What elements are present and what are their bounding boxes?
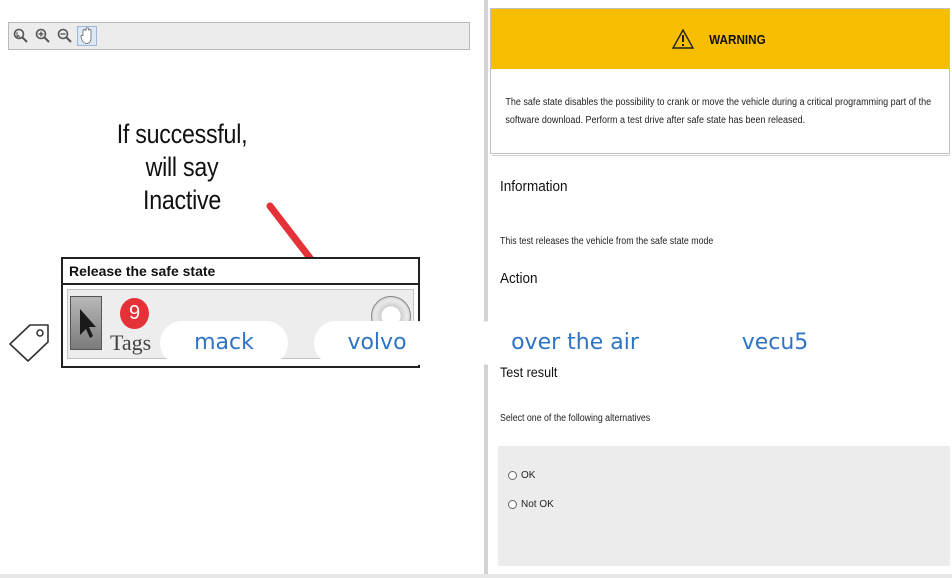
radio-option-ok[interactable]: OK bbox=[508, 470, 535, 481]
annotation-line: If successful, bbox=[116, 119, 248, 149]
radio-label: OK bbox=[521, 470, 536, 481]
zoom-in-icon[interactable] bbox=[33, 26, 53, 46]
annotation-line: Inactive bbox=[143, 185, 221, 215]
bottom-border bbox=[0, 574, 952, 578]
warning-icon bbox=[671, 29, 694, 49]
radio-label: Not OK bbox=[521, 499, 554, 510]
warning-box: WARNING The safe state disables the poss… bbox=[490, 8, 950, 154]
hand-pan-icon[interactable] bbox=[77, 26, 97, 46]
tag-chip[interactable]: mack bbox=[160, 321, 288, 365]
test-result-prompt: Select one of the following alternatives bbox=[500, 413, 651, 424]
radio-option-not-ok[interactable]: Not OK bbox=[508, 499, 554, 510]
warning-title: WARNING bbox=[708, 31, 766, 47]
zoom-out-icon[interactable] bbox=[55, 26, 75, 46]
tag-chip[interactable]: over the air bbox=[468, 321, 682, 365]
information-heading: Information bbox=[500, 178, 568, 195]
section-divider bbox=[492, 155, 950, 156]
radio-button[interactable] bbox=[508, 500, 517, 509]
procedure-pane: WARNING The safe state disables the poss… bbox=[488, 0, 952, 578]
tag-chip[interactable]: vecu5 bbox=[708, 321, 842, 365]
tag-chip[interactable]: volvo bbox=[314, 321, 440, 365]
radio-button[interactable] bbox=[508, 471, 517, 480]
warning-header: WARNING bbox=[491, 9, 949, 69]
document-viewer-pane: If successful, will say Inactive Release… bbox=[0, 0, 484, 578]
warning-text: The safe state disables the possibility … bbox=[505, 97, 932, 126]
annotation-callout: If successful, will say Inactive bbox=[105, 118, 260, 217]
tag-icon bbox=[6, 322, 52, 369]
result-options-box: OK Not OK bbox=[498, 446, 950, 566]
tags-label: Tags bbox=[110, 330, 152, 355]
information-text: This test releases the vehicle from the … bbox=[500, 236, 714, 247]
panel-title: Release the safe state bbox=[63, 259, 418, 285]
viewer-toolbar bbox=[8, 22, 470, 50]
tags-bar: Tags mack volvo over the air vecu5 bbox=[0, 316, 952, 370]
action-heading: Action bbox=[500, 270, 538, 287]
annotation-line: will say bbox=[145, 152, 219, 182]
select-zoom-icon[interactable] bbox=[11, 26, 31, 46]
